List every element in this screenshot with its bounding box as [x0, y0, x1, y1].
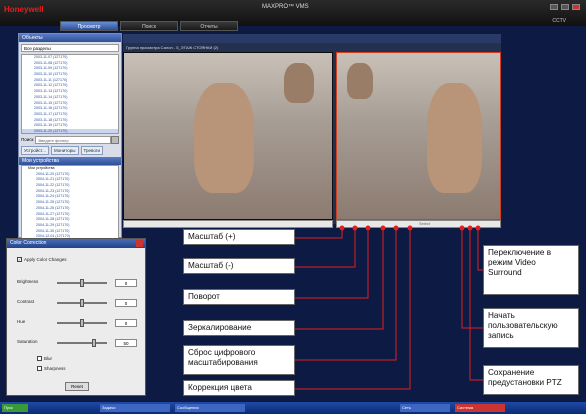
taskbar-item[interactable]: Система — [455, 404, 505, 412]
saturation-label: Saturation — [17, 339, 38, 344]
sharpness-label: Sharpness — [44, 366, 66, 371]
slider-knob[interactable] — [80, 319, 84, 327]
taskbar-item[interactable]: Сеть — [400, 404, 450, 412]
taskbar-item[interactable]: Задачи — [100, 404, 170, 412]
checkbox-icon: ✓ — [17, 257, 22, 263]
brightness-slider[interactable] — [57, 279, 107, 287]
color-correction-dialog: Color Correction ✓ Apply Color Changes Br… — [6, 238, 146, 396]
hue-label: Hue — [17, 319, 26, 324]
hue-slider[interactable] — [57, 319, 107, 327]
slider-knob[interactable] — [92, 339, 96, 347]
checkbox-icon — [37, 366, 42, 372]
brightness-label: Brightness — [17, 279, 39, 284]
checkbox-icon — [37, 356, 42, 362]
brightness-value[interactable]: 0 — [115, 279, 137, 287]
hue-value[interactable]: 0 — [115, 319, 137, 327]
taskbar: Пуск Задачи Сообщения Сеть Система — [0, 402, 586, 414]
contrast-value[interactable]: 0 — [115, 299, 137, 307]
reset-button[interactable]: Reset — [65, 382, 89, 391]
saturation-value[interactable]: 50 — [115, 339, 137, 347]
slider-knob[interactable] — [80, 279, 84, 287]
apply-changes-checkbox[interactable]: ✓ Apply Color Changes — [17, 257, 67, 263]
contrast-label: Contrast — [17, 299, 35, 304]
taskbar-item[interactable]: Сообщения — [175, 404, 245, 412]
contrast-slider[interactable] — [57, 299, 107, 307]
blur-label: Blur — [44, 356, 53, 361]
start-button[interactable]: Пуск — [2, 404, 28, 412]
apply-changes-label: Apply Color Changes — [24, 257, 67, 262]
close-icon[interactable] — [136, 240, 143, 247]
sharpness-checkbox[interactable]: Sharpness — [37, 366, 66, 372]
dialog-title: Color Correction — [7, 239, 145, 248]
slider-knob[interactable] — [80, 299, 84, 307]
blur-checkbox[interactable]: Blur — [37, 356, 53, 362]
saturation-slider[interactable] — [57, 339, 107, 347]
app-window: Honeywell MAXPRO™ VMS CCTV Просмотр Поис… — [0, 0, 586, 414]
